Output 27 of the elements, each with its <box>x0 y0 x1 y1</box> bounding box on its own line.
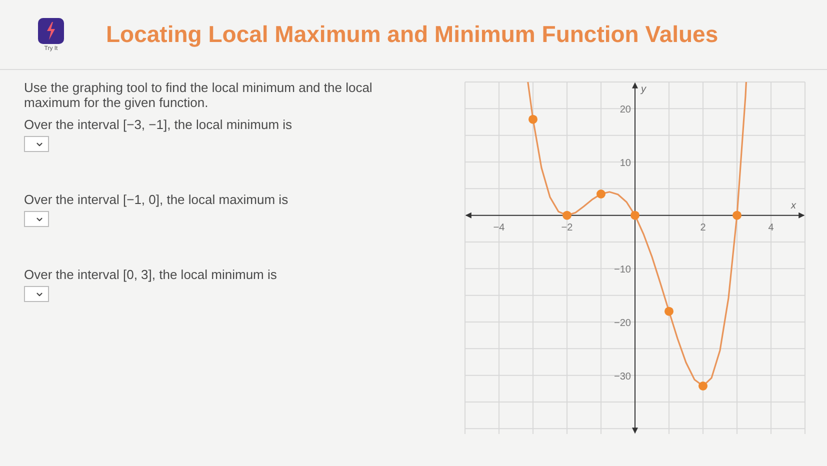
point-marker[interactable] <box>562 210 572 220</box>
y-tick-label: 10 <box>620 158 631 169</box>
instructions-text: Use the graphing tool to find the local minimum and the local maximum for the given function. <box>24 80 374 110</box>
question-text: Over the interval [−1, 0], the local maximum is <box>24 192 290 207</box>
x-axis-label: x <box>791 200 796 212</box>
x-tick-label: −2 <box>561 222 573 234</box>
point-marker[interactable] <box>630 210 640 220</box>
x-tick-label: 2 <box>700 222 706 234</box>
answer-dropdown[interactable] <box>24 211 49 227</box>
y-tick-label: −30 <box>614 371 631 382</box>
page-title: Locating Local Maximum and Minimum Function Values <box>106 23 718 46</box>
point-marker[interactable] <box>528 114 538 124</box>
y-tick-label: 20 <box>620 104 631 116</box>
y-axis-label: y <box>641 84 646 95</box>
x-tick-label: −4 <box>493 222 505 234</box>
answer-dropdown[interactable] <box>24 286 49 302</box>
question-text: Over the interval [−3, −1], the local minimum is <box>24 117 294 132</box>
point-marker[interactable] <box>732 210 742 220</box>
point-marker[interactable] <box>664 306 674 316</box>
point-marker[interactable] <box>596 190 606 198</box>
x-tick-label: 4 <box>768 222 774 234</box>
lightning-bolt-icon <box>38 18 64 44</box>
question-text: Over the interval [0, 3], the local minimum is <box>24 267 278 282</box>
y-tick-label: −20 <box>614 318 631 329</box>
y-tick-label: −10 <box>614 264 631 276</box>
point-marker[interactable] <box>698 382 708 390</box>
answer-dropdown[interactable] <box>24 136 49 152</box>
